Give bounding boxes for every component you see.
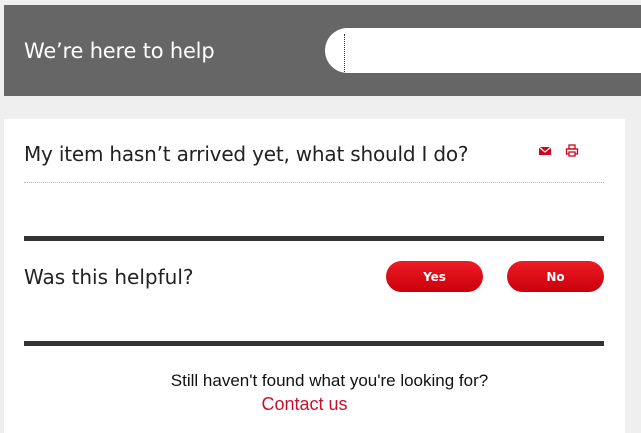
feedback-bottom-rule — [24, 341, 604, 346]
contact-us-link[interactable]: Contact us — [4, 394, 625, 415]
header-title: We’re here to help — [24, 39, 215, 63]
print-icon[interactable] — [565, 143, 579, 157]
email-icon[interactable] — [538, 143, 552, 157]
still-need-help-text: Still haven't found what you're looking … — [170, 371, 489, 390]
helpful-question: Was this helpful? — [24, 265, 194, 289]
search-input[interactable] — [325, 28, 641, 73]
no-button[interactable]: No — [507, 261, 604, 292]
feedback-top-rule — [24, 236, 604, 241]
yes-button[interactable]: Yes — [386, 261, 483, 292]
header-bar: We’re here to help — [4, 5, 641, 96]
question-divider — [24, 182, 604, 183]
search-focus-caret — [344, 34, 346, 72]
article-question: My item hasn’t arrived yet, what should … — [24, 142, 469, 166]
article-card: My item hasn’t arrived yet, what should … — [4, 119, 625, 433]
